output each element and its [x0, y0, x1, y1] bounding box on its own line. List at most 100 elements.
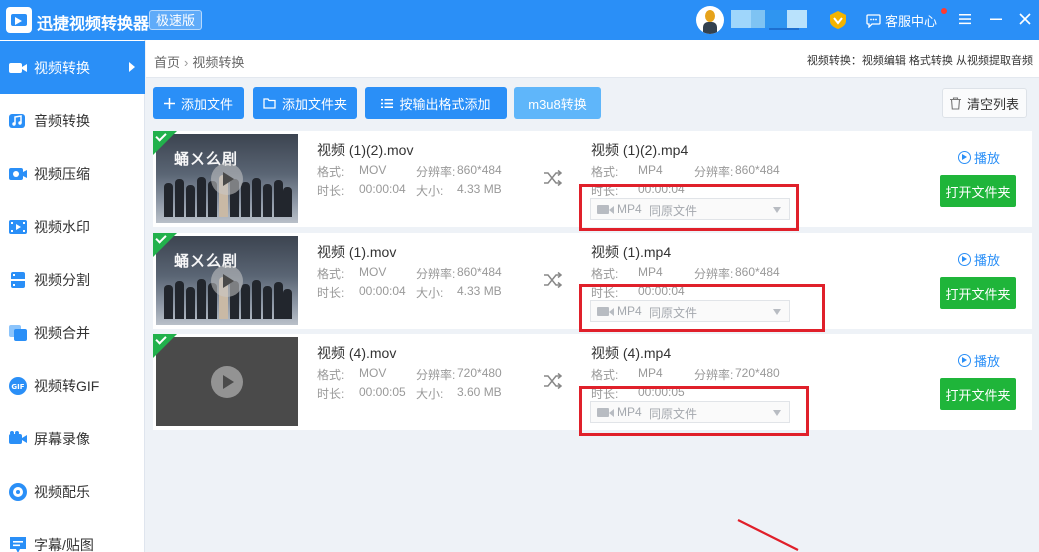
chat-bubble-icon: [866, 13, 881, 28]
shuffle-icon: [544, 169, 563, 187]
user-name-blurred[interactable]: [731, 10, 807, 30]
breadcrumb-separator: ›: [184, 55, 189, 70]
clear-list-label: 清空列表: [966, 96, 1019, 112]
play-icon: [958, 354, 971, 367]
m3u8-convert-label: m3u8转换: [528, 96, 587, 112]
sidebar-item-video-split[interactable]: 视频分割: [0, 253, 145, 306]
user-avatar[interactable]: [696, 6, 724, 34]
sidebar-item-audio-convert[interactable]: 音频转换: [0, 94, 145, 147]
sidebar-item-video-to-gif[interactable]: GIF 视频转GIF: [0, 359, 145, 412]
chevron-right-icon: [129, 62, 135, 72]
video-thumbnail[interactable]: 蛹ㄨ么剧: [156, 134, 298, 223]
source-resolution-label: 分辨率:: [416, 267, 456, 281]
source-resolution-label: 分辨率:: [416, 165, 456, 179]
source-format: MOV: [359, 265, 387, 279]
output-resolution-label: 分辨率:: [694, 368, 734, 382]
breadcrumb-home[interactable]: 首页: [154, 55, 180, 70]
sidebar-item-video-merge[interactable]: 视频合并: [0, 306, 145, 359]
svg-text:GIF: GIF: [11, 383, 24, 391]
file-row: 蛹ㄨ么剧 视频 (1)(2).mov 格式: MOV 分辨率: 860*484 …: [153, 130, 1032, 231]
source-format-label: 格式:: [317, 368, 345, 382]
play-icon: [958, 253, 971, 266]
close-icon[interactable]: [1018, 12, 1032, 26]
m3u8-convert-button[interactable]: m3u8转换: [514, 87, 601, 119]
customer-service-label: 客服中心: [885, 14, 938, 29]
video-thumbnail[interactable]: 蛹ㄨ么剧: [156, 236, 298, 325]
sidebar-item-label: 屏幕录像: [34, 430, 90, 447]
notification-dot: [941, 8, 947, 14]
play-button[interactable]: 播放: [958, 250, 1000, 269]
sidebar-item-screen-record[interactable]: 屏幕录像: [0, 412, 145, 465]
sidebar: 视频转换 音频转换 视频压缩 视频水印 视频分割 视频合并 GIF 视频转GIF…: [0, 40, 145, 552]
video-thumbnail[interactable]: [156, 337, 298, 426]
sidebar-item-label: 视频分割: [34, 271, 90, 288]
edition-badge: 极速版: [149, 10, 203, 30]
video-merge-icon: [9, 324, 27, 341]
plus-icon: [163, 97, 175, 109]
source-size: 4.33 MB: [457, 182, 502, 196]
play-overlay-icon[interactable]: [211, 265, 243, 297]
output-format: MP4: [638, 163, 663, 177]
play-label: 播放: [974, 151, 1001, 166]
output-format-label: 格式:: [591, 267, 619, 281]
shuffle-icon: [544, 372, 563, 390]
sidebar-item-label: 视频合并: [34, 324, 90, 341]
sidebar-item-video-compress[interactable]: 视频压缩: [0, 147, 145, 200]
source-size: 4.33 MB: [457, 284, 502, 298]
minimize-icon[interactable]: [989, 12, 1003, 26]
sidebar-item-video-music[interactable]: 视频配乐: [0, 465, 145, 518]
add-folder-button[interactable]: 添加文件夹: [253, 87, 357, 119]
output-file-name: 视频 (1).mp4: [591, 244, 672, 260]
open-folder-button[interactable]: 打开文件夹: [940, 277, 1016, 309]
file-row: 视频 (4).mov 格式: MOV 分辨率: 720*480 时长: 00:0…: [153, 333, 1032, 436]
open-folder-button[interactable]: 打开文件夹: [940, 378, 1016, 410]
output-resolution: 720*480: [735, 366, 780, 380]
breadcrumb: 首页 › 视频转换: [154, 52, 244, 71]
add-by-format-button[interactable]: 按输出格式添加: [365, 87, 507, 119]
subtitle-icon: [10, 536, 26, 552]
output-resolution: 860*484: [735, 163, 780, 177]
output-format: MP4: [638, 265, 663, 279]
source-size-label: 大小:: [416, 387, 444, 401]
source-resolution: 860*484: [457, 265, 502, 279]
menu-icon[interactable]: [958, 12, 972, 26]
play-button[interactable]: 播放: [958, 351, 1000, 370]
app-logo-icon: [6, 7, 32, 33]
sidebar-item-label: 视频配乐: [34, 483, 90, 500]
output-format-label: 格式:: [591, 165, 619, 179]
vip-shield-icon[interactable]: [829, 10, 847, 30]
source-size-label: 大小:: [416, 184, 444, 198]
play-overlay-icon[interactable]: [211, 163, 243, 195]
video-compress-icon: [9, 167, 27, 180]
feature-links: 视频转换：视频编辑 格式转换 从视频提取音频: [806, 55, 1033, 67]
play-label: 播放: [974, 253, 1001, 268]
add-by-format-label: 按输出格式添加: [399, 96, 491, 112]
source-size-label: 大小:: [416, 286, 444, 300]
open-folder-button[interactable]: 打开文件夹: [940, 175, 1016, 207]
play-button[interactable]: 播放: [958, 148, 1000, 167]
source-file-name: 视频 (4).mov: [317, 345, 397, 361]
folder-icon: [263, 97, 276, 109]
source-file-name: 视频 (1)(2).mov: [317, 142, 414, 158]
source-format: MOV: [359, 163, 387, 177]
add-file-button[interactable]: 添加文件: [153, 87, 244, 119]
source-format: MOV: [359, 366, 387, 380]
source-file-name: 视频 (1).mov: [317, 244, 397, 260]
red-highlight-box: [579, 184, 799, 231]
sidebar-item-video-watermark[interactable]: 视频水印: [0, 200, 145, 253]
source-duration-label: 时长:: [317, 184, 345, 198]
output-resolution: 860*484: [735, 265, 780, 279]
breadcrumb-bar: 首页 › 视频转换 视频转换：视频编辑 格式转换 从视频提取音频: [146, 40, 1039, 78]
screen-record-icon: [9, 430, 27, 444]
customer-service-link[interactable]: 客服中心: [866, 11, 937, 30]
sidebar-item-label: 视频水印: [34, 218, 90, 235]
sidebar-item-video-convert[interactable]: 视频转换: [0, 41, 145, 94]
play-overlay-icon[interactable]: [211, 366, 243, 398]
sidebar-item-subtitle[interactable]: 字幕/贴图: [0, 518, 145, 552]
clear-list-button[interactable]: 清空列表: [942, 88, 1027, 118]
shuffle-icon: [544, 271, 563, 289]
sidebar-item-label: 视频转换: [34, 59, 90, 76]
title-bar: 迅捷视频转换器 极速版 客服中心: [0, 0, 1039, 40]
breadcrumb-current: 视频转换: [192, 55, 245, 70]
output-file-name: 视频 (1)(2).mp4: [591, 142, 689, 158]
